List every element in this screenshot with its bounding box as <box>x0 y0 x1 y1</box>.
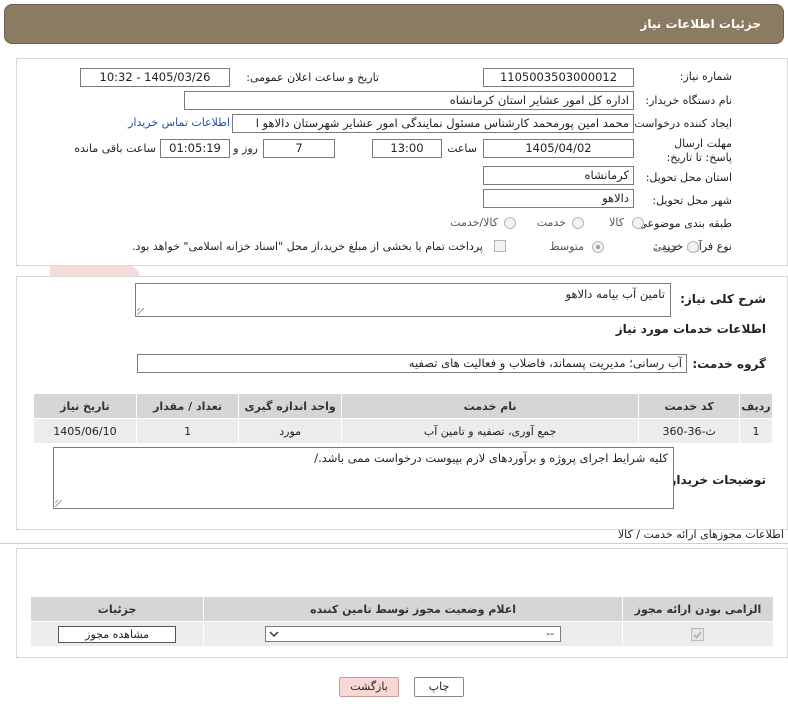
col-permit-details: جزئیات <box>29 596 205 622</box>
col-permit-required: الزامی بودن ارائه مجوز <box>621 596 775 622</box>
summary-label: شرح کلی نیاز: <box>680 292 766 306</box>
col-quantity: تعداد / مقدار <box>135 393 240 419</box>
days-label: روز و <box>233 142 258 155</box>
category-service-radio[interactable] <box>572 217 584 229</box>
table-row: -- مشاهده مجوز <box>29 621 775 647</box>
need-date-cell: 1405/06/10 <box>33 418 137 444</box>
back-button[interactable]: بازگشت <box>339 677 399 697</box>
permits-table: الزامی بودن ارائه مجوز اعلام وضعیت مجوز … <box>29 596 775 647</box>
category-goods-service-label: کالا/خدمت <box>450 216 498 229</box>
summary-text: تامین آب بیامه دالاهو <box>565 287 665 301</box>
service-name-cell: جمع آوری، تصفیه و تامین آب <box>340 418 640 444</box>
row-number-cell: 1 <box>739 418 773 444</box>
remaining-time-field: 01:05:19 <box>160 139 230 158</box>
category-goods-service-radio[interactable] <box>504 217 516 229</box>
need-number-field: 1105003503000012 <box>483 68 634 87</box>
process-minor-radio[interactable] <box>687 241 699 253</box>
deadline-date-field: 1405/04/02 <box>483 139 634 158</box>
announce-date-field: 1405/03/26 - 10:32 <box>80 68 230 87</box>
buyer-org-label: نام دستگاه خریدار: <box>645 94 732 107</box>
category-label: طبقه بندی موضوعی: <box>634 217 732 230</box>
service-group-label: گروه خدمت: <box>692 357 766 371</box>
treasury-payment-checkbox[interactable] <box>494 240 506 252</box>
table-row: 1 ث-36-360 جمع آوری، تصفیه و تامین آب مو… <box>33 418 773 444</box>
deadline-time-label: ساعت <box>447 142 477 155</box>
creator-label: ایجاد کننده درخواست: <box>630 117 732 130</box>
service-code-cell: ث-36-360 <box>638 418 741 444</box>
print-button[interactable]: چاپ <box>414 677 464 697</box>
page-header: جزئیات اطلاعات نیاز <box>4 4 784 44</box>
permit-details-cell: مشاهده مجوز <box>29 621 205 647</box>
col-unit: واحد اندازه گیری <box>238 393 342 419</box>
announce-date-label: تاریخ و ساعت اعلان عمومی: <box>246 71 379 84</box>
process-minor-label: جزیی <box>652 240 678 253</box>
chevron-down-icon <box>269 631 279 637</box>
process-medium-label: متوسط <box>549 240 584 253</box>
permits-table-header: الزامی بودن ارائه مجوز اعلام وضعیت مجوز … <box>29 596 775 622</box>
deadline-label: مهلت ارسال پاسخ: تا تاریخ: <box>666 137 732 164</box>
buyer-org-field: اداره کل امور عشایر استان کرمانشاه <box>184 91 634 110</box>
treasury-payment-note: پرداخت تمام یا بخشی از مبلغ خرید،از محل … <box>132 240 483 253</box>
col-service-code: کد خدمت <box>638 393 741 419</box>
unit-cell: مورد <box>238 418 342 444</box>
permit-required-cell <box>621 621 775 647</box>
city-label: شهر محل تحویل: <box>652 194 732 207</box>
permit-status-select[interactable]: -- <box>265 626 562 642</box>
buyer-notes-label: توضیحات خریدار: <box>664 473 766 487</box>
page-title: جزئیات اطلاعات نیاز <box>640 17 761 31</box>
category-goods-label: کالا <box>609 216 624 229</box>
services-table: ردیف کد خدمت نام خدمت واحد اندازه گیری ت… <box>33 393 773 444</box>
col-service-name: نام خدمت <box>340 393 640 419</box>
service-group-field: آب رسانی؛ مدیریت پسماند، فاضلاب و فعالیت… <box>137 354 687 373</box>
province-label: استان محل تحویل: <box>645 171 732 184</box>
services-heading: اطلاعات خدمات مورد نیاز <box>615 322 766 336</box>
days-remaining-field: 7 <box>263 139 335 158</box>
category-service-label: خدمت <box>536 216 566 229</box>
permit-required-checkbox <box>691 627 705 641</box>
city-field: دالاهو <box>483 189 634 208</box>
section-divider <box>0 543 788 544</box>
buyer-notes-textarea: کلیه شرایط اجرای پروژه و برآوردهای لازم … <box>53 447 674 509</box>
view-permit-button[interactable]: مشاهده مجوز <box>58 625 177 643</box>
resize-grip-icon[interactable] <box>137 308 144 315</box>
quantity-cell: 1 <box>135 418 240 444</box>
col-row-number: ردیف <box>739 393 773 419</box>
deadline-time-field: 13:00 <box>372 139 442 158</box>
creator-field: محمد امین پورمحمد کارشناس مسئول نمایندگی… <box>232 114 634 133</box>
permit-status-value: -- <box>546 627 555 640</box>
permits-section-title: اطلاعات مجوزهای ارائه خدمت / کالا <box>617 528 784 541</box>
summary-textarea: تامین آب بیامه دالاهو <box>135 283 671 317</box>
province-field: کرمانشاه <box>483 166 634 185</box>
col-need-date: تاریخ نیاز <box>33 393 137 419</box>
col-permit-status: اعلام وضعیت مجوز توسط تامین کننده <box>203 596 623 622</box>
check-icon <box>693 631 703 639</box>
buyer-contact-link[interactable]: اطلاعات تماس خریدار <box>128 116 230 129</box>
process-medium-radio[interactable] <box>592 241 604 253</box>
need-number-label: شماره نیاز: <box>679 70 732 83</box>
remaining-time-label: ساعت باقی مانده <box>74 142 156 155</box>
resize-grip-icon[interactable] <box>55 500 62 507</box>
buyer-notes-text: کلیه شرایط اجرای پروژه و برآوردهای لازم … <box>314 451 668 465</box>
category-goods-radio[interactable] <box>632 217 644 229</box>
permit-status-cell: -- <box>203 621 623 647</box>
services-table-header: ردیف کد خدمت نام خدمت واحد اندازه گیری ت… <box>33 393 773 419</box>
